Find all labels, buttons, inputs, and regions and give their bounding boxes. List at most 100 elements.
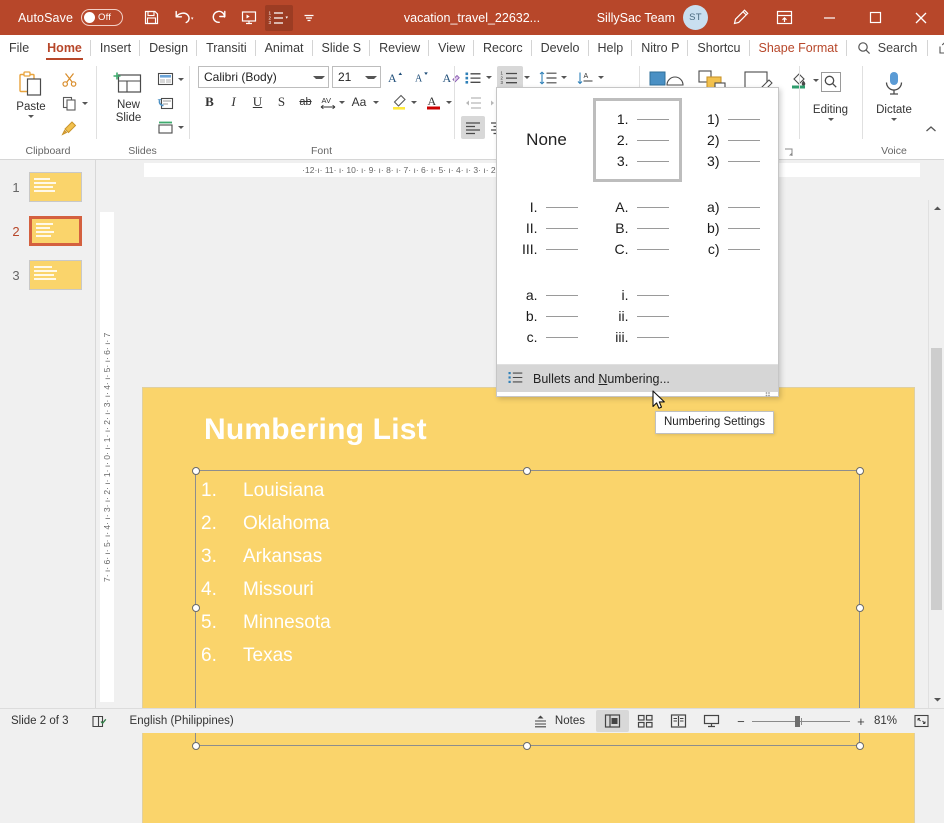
thumbnail-preview[interactable]	[29, 172, 82, 202]
reset-icon[interactable]	[153, 92, 177, 115]
numbering-option-lower-roman[interactable]: i. ii. iii.	[593, 274, 682, 358]
numbering-dropdown-caret[interactable]	[524, 76, 530, 79]
resize-handle-top-center[interactable]	[523, 467, 531, 475]
tab-record[interactable]: Recorc	[474, 35, 532, 61]
format-painter-icon[interactable]	[57, 116, 81, 139]
slide-sorter-view-button[interactable]	[629, 710, 662, 732]
reading-view-button[interactable]	[662, 710, 695, 732]
cut-icon[interactable]	[57, 68, 81, 91]
resize-handle-middle-left[interactable]	[192, 604, 200, 612]
character-spacing-icon[interactable]: AV	[318, 91, 338, 113]
line-spacing-icon[interactable]	[536, 66, 560, 89]
slide-show-view-button[interactable]	[695, 710, 728, 732]
change-case-button[interactable]: Aa	[346, 91, 372, 113]
minimize-button[interactable]	[806, 0, 852, 35]
align-left-icon[interactable]	[461, 116, 485, 139]
thumbnail-item-2[interactable]: 2	[0, 216, 95, 260]
search-box[interactable]: Search	[847, 35, 928, 61]
section-dropdown-caret[interactable]	[178, 126, 184, 129]
dictate-button[interactable]: Dictate	[868, 66, 920, 121]
text-highlight-color-caret[interactable]	[411, 101, 417, 104]
language-indicator[interactable]: English (Philippines)	[119, 709, 245, 734]
tab-transitions[interactable]: Transiti	[197, 35, 256, 61]
bullets-dropdown-caret[interactable]	[486, 76, 492, 79]
editing-dropdown-caret[interactable]	[828, 118, 834, 121]
tab-insert[interactable]: Insert	[91, 35, 140, 61]
decrease-font-size-icon[interactable]: A	[410, 66, 433, 88]
numbering-option-lower-alpha-period[interactable]: a. b. c.	[502, 274, 591, 358]
autosave-toggle[interactable]: Off	[81, 9, 123, 26]
numbering-option-none[interactable]: None	[502, 98, 591, 182]
text-highlight-color-icon[interactable]	[387, 91, 410, 113]
underline-button[interactable]: U	[246, 91, 269, 113]
avatar[interactable]: ST	[683, 5, 708, 30]
dictate-dropdown-caret[interactable]	[891, 118, 897, 121]
numbering-option-upper-roman[interactable]: I. II. III.	[502, 186, 591, 270]
tab-shape-format[interactable]: Shape Format	[750, 35, 847, 61]
italic-button[interactable]: I	[222, 91, 245, 113]
font-name-box[interactable]: Calibri (Body)	[198, 66, 329, 88]
text-direction-icon[interactable]: A	[573, 66, 597, 89]
tab-file[interactable]: File	[0, 35, 38, 61]
resize-handle-bottom-left[interactable]	[192, 742, 200, 750]
editing-button[interactable]: Editing	[805, 66, 857, 121]
zoom-in-button[interactable]: +	[856, 714, 866, 729]
tab-developer[interactable]: Develo	[532, 35, 589, 61]
layout-icon[interactable]	[153, 68, 177, 91]
tab-review[interactable]: Review	[370, 35, 429, 61]
resize-handle-bottom-right[interactable]	[856, 742, 864, 750]
thumbnail-item-3[interactable]: 3	[0, 260, 95, 304]
collapse-ribbon-button[interactable]	[924, 122, 938, 141]
ink-pen-icon[interactable]	[718, 0, 762, 35]
resize-handle-middle-right[interactable]	[856, 604, 864, 612]
font-size-caret[interactable]	[365, 76, 377, 79]
start-from-beginning-icon[interactable]	[235, 5, 263, 31]
vertical-scrollbar[interactable]	[928, 200, 944, 708]
numbering-option-lower-alpha-paren[interactable]: a) b) c)	[684, 186, 773, 270]
tab-slide-show[interactable]: Slide S	[313, 35, 371, 61]
decrease-indent-icon[interactable]	[461, 91, 485, 114]
copy-dropdown-caret[interactable]	[82, 102, 88, 105]
font-name-caret[interactable]	[313, 76, 325, 79]
slide-indicator[interactable]: Slide 2 of 3	[0, 709, 80, 734]
new-slide-button[interactable]: New Slide	[104, 66, 153, 125]
bullets-and-numbering-menu-item[interactable]: Bullets and Numbering...	[497, 365, 778, 392]
zoom-slider[interactable]: − +	[736, 714, 866, 729]
thumbnail-preview[interactable]	[29, 260, 82, 290]
tab-help[interactable]: Help	[589, 35, 633, 61]
normal-view-button[interactable]	[596, 710, 629, 732]
slide-thumbnail-pane[interactable]: 1 2 3	[0, 160, 96, 708]
numbering-option-decimal-period[interactable]: 1. 2. 3.	[593, 98, 682, 182]
character-spacing-caret[interactable]	[339, 101, 345, 104]
text-direction-caret[interactable]	[598, 76, 604, 79]
tab-animations[interactable]: Animat	[256, 35, 313, 61]
bold-button[interactable]: B	[198, 91, 221, 113]
dropdown-resize-grip[interactable]	[765, 384, 773, 392]
scroll-down-arrow[interactable]	[929, 691, 944, 708]
spell-check-icon[interactable]	[80, 709, 119, 734]
thumbnail-preview[interactable]	[29, 216, 82, 246]
resize-handle-top-left[interactable]	[192, 467, 200, 475]
text-shadow-button[interactable]: S	[270, 91, 293, 113]
numbering-icon[interactable]: 123	[265, 5, 293, 31]
undo-icon[interactable]	[167, 5, 203, 31]
slide-title[interactable]: Numbering List	[204, 413, 427, 447]
numbering-option-upper-alpha-period[interactable]: A. B. C.	[593, 186, 682, 270]
font-color-icon[interactable]: A	[422, 91, 445, 113]
autosave-control[interactable]: AutoSave Off	[18, 9, 123, 26]
ribbon-display-options-icon[interactable]	[762, 0, 806, 35]
drawing-dialog-launcher[interactable]	[784, 147, 794, 157]
fit-to-window-button[interactable]	[905, 710, 938, 732]
numbering-button[interactable]: 123	[497, 66, 523, 89]
account-button[interactable]: SillySac Team ST	[597, 5, 708, 30]
scroll-up-arrow[interactable]	[929, 200, 944, 217]
line-spacing-caret[interactable]	[561, 76, 567, 79]
zoom-out-button[interactable]: −	[736, 714, 746, 729]
strikethrough-button[interactable]: ab	[294, 91, 317, 113]
change-case-caret[interactable]	[373, 101, 379, 104]
font-size-box[interactable]: 21	[332, 66, 381, 88]
section-icon[interactable]	[153, 116, 177, 139]
slide-canvas[interactable]: Numbering List 1. Louisiana 2. Oklahoma …	[143, 388, 914, 823]
tab-view[interactable]: View	[429, 35, 474, 61]
layout-dropdown-caret[interactable]	[178, 78, 184, 81]
